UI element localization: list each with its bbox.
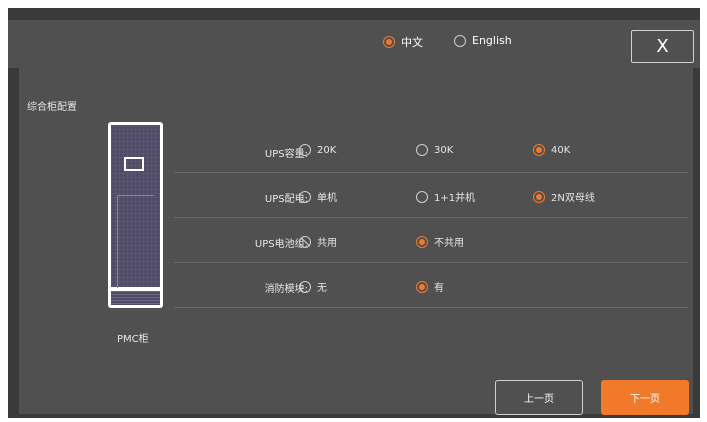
option-30k[interactable]: 30K <box>416 144 453 156</box>
option-none[interactable]: 无 <box>299 279 327 294</box>
option-label: 20K <box>317 144 337 156</box>
cabinet-handle <box>124 157 144 171</box>
option-20k[interactable]: 20K <box>299 144 336 156</box>
cabinet-vent <box>111 291 160 305</box>
option-label: 无 <box>317 283 327 294</box>
cabinet-label: PMC柜 <box>117 334 149 345</box>
config-row-ups-battery: UPS电池组: 共用 不共用 <box>174 218 688 263</box>
radio-icon <box>454 34 466 47</box>
option-label: 40K <box>551 144 571 156</box>
language-option-english[interactable]: English <box>454 34 512 47</box>
radio-icon <box>299 190 311 203</box>
radio-icon <box>416 190 428 203</box>
close-button[interactable]: X <box>631 30 694 63</box>
disabled-radio-icon <box>299 235 311 248</box>
config-row-fire-module: 消防模块: 无 有 <box>174 263 688 308</box>
config-row-ups-capacity: UPS容量: 20K 30K 40K <box>174 128 688 173</box>
option-shared: 共用 <box>299 234 337 249</box>
option-not-shared[interactable]: 不共用 <box>416 234 464 249</box>
section-title: 综合柜配置 <box>27 102 77 113</box>
radio-icon <box>299 144 311 156</box>
radio-icon <box>299 280 311 293</box>
header-bar: 中文 English X <box>8 20 700 68</box>
config-row-ups-distribution: UPS配电: 单机 1+1并机 2N双母线 <box>174 173 688 218</box>
cabinet-front <box>111 125 160 288</box>
radio-icon <box>416 235 428 248</box>
radio-icon <box>533 144 545 156</box>
option-40k[interactable]: 40K <box>533 144 570 156</box>
radio-icon <box>383 36 395 48</box>
option-label: 共用 <box>317 238 337 249</box>
option-label: 30K <box>434 144 454 156</box>
option-label: 单机 <box>317 193 337 204</box>
main-panel: 综合柜配置 PMC柜 UPS容量: 20K 30K 40K UPS配电: 单机 … <box>19 67 693 415</box>
option-2n-dual-bus[interactable]: 2N双母线 <box>533 189 595 204</box>
radio-icon <box>416 280 428 293</box>
radio-icon <box>533 190 545 203</box>
option-label: 2N双母线 <box>551 193 595 204</box>
language-label: 中文 <box>401 36 423 49</box>
option-yes[interactable]: 有 <box>416 279 444 294</box>
option-label: 有 <box>434 283 444 294</box>
radio-icon <box>416 144 428 156</box>
option-label: 不共用 <box>434 238 464 249</box>
option-parallel[interactable]: 1+1并机 <box>416 189 475 204</box>
option-single[interactable]: 单机 <box>299 189 337 204</box>
language-option-chinese[interactable]: 中文 <box>383 34 423 50</box>
cabinet-image <box>108 122 163 308</box>
previous-page-button[interactable]: 上一页 <box>495 380 583 415</box>
next-page-button[interactable]: 下一页 <box>601 380 689 415</box>
config-dialog: 中文 English X 综合柜配置 PMC柜 UPS容量: 20K 30K 4… <box>8 8 700 418</box>
language-label: English <box>472 34 512 47</box>
cabinet-rack-marks <box>117 195 154 288</box>
option-label: 1+1并机 <box>434 193 476 204</box>
